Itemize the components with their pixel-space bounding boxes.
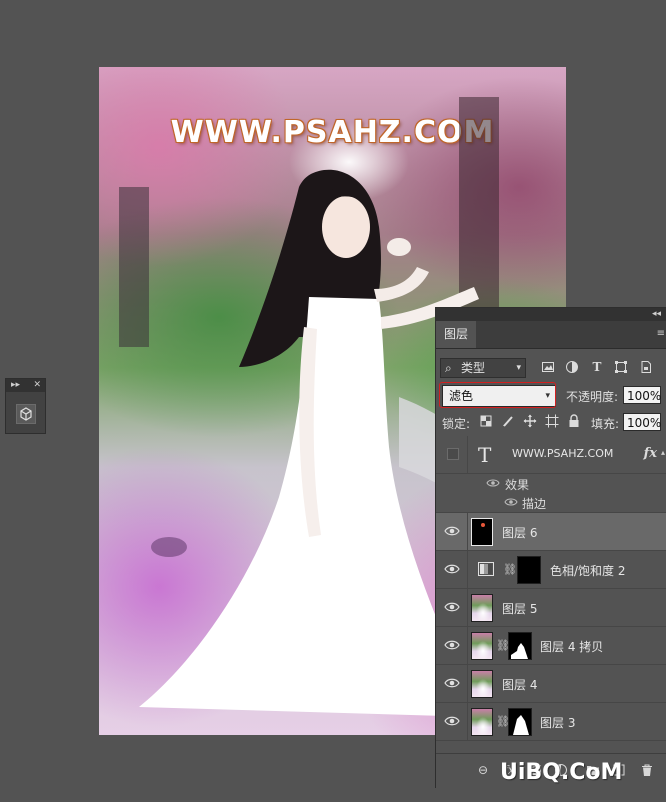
layer-row-4[interactable]: 图层 4 xyxy=(436,665,666,703)
layer-row-hue-saturation[interactable]: ⛓ 色相/饱和度 2 xyxy=(436,551,666,589)
layer-row-3[interactable]: ⛓ 图层 3 xyxy=(436,703,666,741)
effect-stroke-row[interactable]: 描边 xyxy=(436,493,666,512)
layer-thumbnail xyxy=(471,632,493,660)
layer-thumbnail xyxy=(471,594,493,622)
type-layer-icon: T xyxy=(478,443,492,467)
chevron-up-icon[interactable]: ▴ xyxy=(661,448,665,457)
chevron-down-icon: ▾ xyxy=(516,363,521,373)
blend-mode-highlight-box xyxy=(439,382,556,408)
blend-row: 滤色 ▾ 不透明度: 100% xyxy=(436,382,666,408)
smart-object-filter-icon[interactable] xyxy=(639,360,653,374)
mini-panel-header: ▸▸ ✕ xyxy=(6,379,45,392)
layer-thumbnail xyxy=(471,670,493,698)
layer-name: 图层 5 xyxy=(502,602,538,616)
layer-row-4-copy[interactable]: ⛓ 图层 4 拷贝 xyxy=(436,627,666,665)
layer-name: 图层 6 xyxy=(502,526,538,540)
tab-layers[interactable]: 图层 xyxy=(436,321,476,348)
effects-label: 效果 xyxy=(505,478,530,492)
eye-icon[interactable] xyxy=(444,601,460,613)
eye-icon[interactable] xyxy=(444,563,460,575)
lock-image-icon[interactable] xyxy=(501,414,515,428)
layers-panel: ◂◂ 图层 ≡ ⌕ 类型 ▾ T 滤色 ▾ 不透明度: 100% 锁定: 填充:… xyxy=(435,307,666,788)
layers-list: T WWW.PSAHZ.COM fx ▴ 效果 描边 图层 6 ⛓ 色相/饱和度… xyxy=(436,436,666,741)
opacity-label: 不透明度: xyxy=(566,390,619,404)
effect-stroke-label: 描边 xyxy=(522,497,547,511)
fill-label: 填充: xyxy=(591,417,620,431)
expand-icon[interactable]: ▸▸ xyxy=(11,379,20,392)
shape-filter-icon[interactable] xyxy=(614,360,628,374)
lock-position-icon[interactable] xyxy=(523,414,537,428)
layer-group-text: T WWW.PSAHZ.COM fx ▴ 效果 描边 xyxy=(436,436,666,513)
panel-tabs: 图层 ≡ xyxy=(436,321,666,349)
eye-icon[interactable] xyxy=(444,715,460,727)
layer-thumbnail xyxy=(471,518,493,546)
lock-all-icon[interactable] xyxy=(567,414,581,428)
layer-row-6[interactable]: 图层 6 xyxy=(436,513,666,551)
effects-row[interactable]: 效果 xyxy=(436,474,666,493)
mini-tool-panel: ▸▸ ✕ xyxy=(5,378,46,434)
eye-icon[interactable] xyxy=(504,497,518,507)
lock-transparent-icon[interactable] xyxy=(479,414,493,428)
lock-label: 锁定: xyxy=(442,417,471,431)
lock-artboard-icon[interactable] xyxy=(545,414,559,428)
layer-name: 色相/饱和度 2 xyxy=(550,564,626,578)
opacity-input[interactable]: 100% xyxy=(623,386,661,404)
filter-kind-select[interactable]: ⌕ 类型 ▾ xyxy=(440,358,526,378)
layer-name: 图层 3 xyxy=(540,716,576,730)
filter-kind-value: 类型 xyxy=(461,361,486,375)
image-filter-icon[interactable] xyxy=(541,360,555,374)
filter-row: ⌕ 类型 ▾ T xyxy=(436,355,666,381)
eye-icon[interactable] xyxy=(444,525,460,537)
eye-icon[interactable] xyxy=(444,677,460,689)
collapse-icon[interactable]: ◂◂ xyxy=(652,308,661,321)
panel-menu-icon[interactable]: ≡ xyxy=(657,328,665,339)
layer-thumbnail xyxy=(471,708,493,736)
lock-row: 锁定: 填充: 100% xyxy=(436,409,666,435)
visibility-toggle-off[interactable] xyxy=(447,448,459,460)
panel-topbar: ◂◂ xyxy=(436,308,666,321)
layer-row-text[interactable]: T WWW.PSAHZ.COM fx ▴ xyxy=(436,436,666,474)
layer-row-5[interactable]: 图层 5 xyxy=(436,589,666,627)
3d-cube-icon[interactable] xyxy=(16,404,36,424)
layer-mask-thumbnail[interactable] xyxy=(508,632,532,660)
link-icon[interactable]: ⛓ xyxy=(503,563,517,576)
fx-badge[interactable]: fx xyxy=(644,446,657,461)
adjustment-filter-icon[interactable] xyxy=(565,360,579,374)
search-icon: ⌕ xyxy=(445,361,452,375)
type-filter-icon[interactable]: T xyxy=(590,360,604,374)
link-layers-icon[interactable]: ⊖ xyxy=(476,763,490,777)
layer-mask-thumbnail[interactable] xyxy=(508,708,532,736)
site-watermark: UiBQ.CoM xyxy=(500,760,623,785)
layer-mask-thumbnail[interactable] xyxy=(517,556,541,584)
eye-icon[interactable] xyxy=(486,478,500,488)
fill-input[interactable]: 100% xyxy=(623,413,661,431)
layer-name: 图层 4 拷贝 xyxy=(540,640,604,654)
delete-layer-icon[interactable] xyxy=(640,763,654,777)
hue-saturation-icon xyxy=(478,562,494,579)
layer-name: WWW.PSAHZ.COM xyxy=(512,447,614,460)
layer-name: 图层 4 xyxy=(502,678,538,692)
eye-icon[interactable] xyxy=(444,639,460,651)
close-icon[interactable]: ✕ xyxy=(33,379,41,392)
